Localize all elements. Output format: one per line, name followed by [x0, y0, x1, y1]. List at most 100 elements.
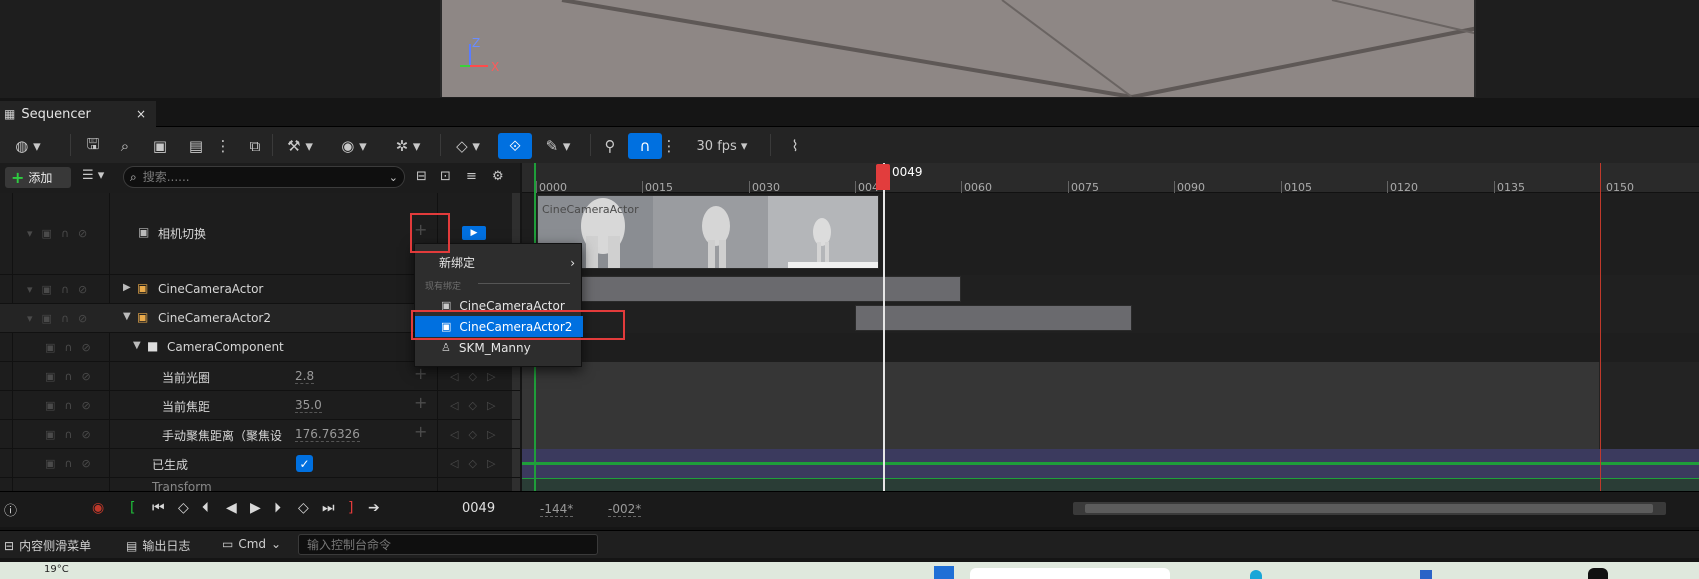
next-key-icon[interactable]: ▷ [487, 428, 495, 441]
save-icon[interactable]: 🖫 [83, 133, 103, 159]
view-options-icon[interactable]: ◉ ▾ [336, 133, 372, 159]
headphones-icon[interactable]: ∩ [64, 399, 72, 412]
disable-icon[interactable]: ⊘ [81, 341, 90, 354]
chevron-down-icon[interactable]: ⌄ [389, 171, 398, 184]
marker-icon[interactable]: ⚲ [600, 133, 620, 159]
cmd-dropdown[interactable]: ▭ Cmd ⌄ [222, 537, 281, 551]
lock-icon[interactable]: ▣ [45, 428, 55, 441]
disable-icon[interactable]: ⊘ [81, 457, 90, 470]
property-value[interactable]: 176.76326 [295, 427, 360, 442]
prev-key-icon[interactable]: ◁ [450, 428, 458, 441]
play-icon[interactable]: ▶ [250, 500, 261, 516]
track-row-transform[interactable]: Transform [0, 478, 520, 491]
tab-sequencer[interactable]: ▦ Sequencer × [0, 101, 156, 127]
pin-icon[interactable]: ▾ [27, 283, 33, 296]
add-key-icon[interactable]: ◇ [468, 457, 476, 470]
loop-icon[interactable]: ➔ [368, 500, 380, 516]
menu-item-new-binding[interactable]: 新绑定 › [415, 252, 583, 273]
next-key-icon[interactable]: ▷ [487, 457, 495, 470]
prev-key-icon[interactable]: ◁ [450, 370, 458, 383]
app-icon[interactable] [1420, 570, 1432, 579]
lock-icon[interactable]: ▣ [45, 399, 55, 412]
camera-lock-toggle[interactable]: ▶ [462, 226, 486, 240]
snap-magnet-icon[interactable]: ∩ [628, 133, 662, 159]
add-key-icon[interactable]: ◇ [468, 428, 476, 441]
start-icon[interactable] [934, 566, 954, 579]
next-key-icon[interactable]: ◇ [298, 500, 309, 516]
lock-icon[interactable]: ▣ [45, 341, 55, 354]
lock-icon[interactable]: ▣ [42, 227, 52, 240]
expand-arrow-icon[interactable]: ▶ [123, 282, 131, 293]
prev-key-icon[interactable]: ◁ [450, 457, 458, 470]
record-icon[interactable]: ◉ [92, 500, 104, 516]
app-icon[interactable] [1250, 570, 1262, 579]
playback-options-icon[interactable]: ✲ ▾ [390, 133, 426, 159]
actor1-section[interactable] [537, 276, 961, 302]
search-input[interactable] [142, 170, 373, 184]
spawned-checkbox[interactable]: ✓ [296, 455, 313, 472]
auto-key-icon[interactable]: ⟐ [498, 133, 532, 159]
output-log-button[interactable]: ▤ 输出日志 [126, 537, 190, 554]
lock-icon[interactable]: ▣ [42, 312, 52, 325]
expand-icon[interactable]: ⊡ [440, 169, 451, 184]
headphones-icon[interactable]: ∩ [64, 428, 72, 441]
headphones-icon[interactable]: ∩ [61, 312, 69, 325]
weather-temp[interactable]: 19°C [44, 564, 69, 575]
current-frame[interactable]: 0049 [462, 501, 495, 516]
disable-icon[interactable]: ⊘ [78, 312, 87, 325]
view-range-start[interactable]: -144* [540, 502, 574, 517]
add-plus-icon[interactable]: + [414, 393, 427, 412]
disable-icon[interactable]: ⊘ [81, 370, 90, 383]
render-movie-icon[interactable]: ▣ [150, 133, 170, 159]
more-options-icon[interactable]: ⋮ [662, 133, 677, 159]
playhead-line[interactable] [883, 163, 885, 491]
disable-icon[interactable]: ⊘ [78, 283, 87, 296]
console-input[interactable] [307, 535, 587, 554]
add-key-icon[interactable]: ◇ [468, 399, 476, 412]
lock-icon[interactable]: ▣ [45, 457, 55, 470]
content-drawer-button[interactable]: ⊟ 内容侧滑菜单 [4, 537, 91, 554]
next-key-icon[interactable]: ▷ [487, 370, 495, 383]
headphones-icon[interactable]: ∩ [61, 283, 69, 296]
collapse-arrow-icon[interactable]: ▼ [123, 311, 131, 322]
disable-icon[interactable]: ⊘ [81, 428, 90, 441]
lock-icon[interactable]: ▣ [42, 283, 52, 296]
disable-icon[interactable]: ⊘ [81, 399, 90, 412]
set-start-icon[interactable]: [ [130, 500, 135, 516]
pin-icon[interactable]: ▾ [27, 227, 33, 240]
list-icon[interactable]: ≡ [466, 169, 477, 184]
property-value[interactable]: 35.0 [295, 398, 322, 413]
headphones-icon[interactable]: ∩ [61, 227, 69, 240]
playback-end-marker[interactable] [1600, 163, 1601, 491]
play-reverse-icon[interactable]: ◀ [226, 500, 237, 516]
camera-cut-section[interactable]: CineCameraActor [537, 195, 879, 269]
edit-mode-icon[interactable]: ✎ ▾ [540, 133, 576, 159]
jump-end-icon[interactable]: ⏭ [322, 500, 335, 516]
fps-dropdown[interactable]: 30 fps ▾ [692, 133, 752, 159]
find-asset-icon[interactable]: ⌕ [115, 133, 135, 159]
filter-icon[interactable]: ☰ ▾ [82, 168, 104, 183]
menu-item-binding[interactable]: ♙ SKM_Manny [415, 337, 583, 358]
console-input-box[interactable] [298, 534, 598, 555]
more-options-icon[interactable]: ⋮ [216, 133, 231, 159]
add-track-button[interactable]: + 添加 [5, 167, 71, 188]
unreal-app-icon[interactable] [1588, 568, 1608, 579]
set-end-icon[interactable]: ] [348, 500, 353, 516]
disable-icon[interactable]: ⊘ [78, 227, 87, 240]
prev-key-icon[interactable]: ◇ [178, 500, 189, 516]
info-icon[interactable]: ⓘ [4, 500, 17, 519]
track-row-focal-length[interactable]: ▣ ∩ ⊘ 当前焦距 35.0 + ◁ ◇ ▷ [0, 391, 520, 420]
property-value[interactable]: 2.8 [295, 369, 315, 384]
track-row-focus-distance[interactable]: ▣ ∩ ⊘ 手动聚焦距离（聚焦设 176.76326 + ◁ ◇ ▷ [0, 420, 520, 449]
prev-key-icon[interactable]: ◁ [450, 399, 458, 412]
gear-icon[interactable]: ⚙ [492, 169, 504, 184]
wrench-icon[interactable]: ⚒ ▾ [282, 133, 318, 159]
level-viewport[interactable] [440, 0, 1476, 97]
close-icon[interactable]: × [136, 107, 146, 121]
headphones-icon[interactable]: ∩ [64, 457, 72, 470]
playhead-handle[interactable] [876, 164, 890, 190]
collapse-icon[interactable]: ⊟ [416, 169, 427, 184]
view-range-end[interactable]: -002* [608, 502, 642, 517]
search-box[interactable]: ⌕ ⌄ [123, 166, 405, 188]
key-icon[interactable]: ◇ ▾ [450, 133, 486, 159]
